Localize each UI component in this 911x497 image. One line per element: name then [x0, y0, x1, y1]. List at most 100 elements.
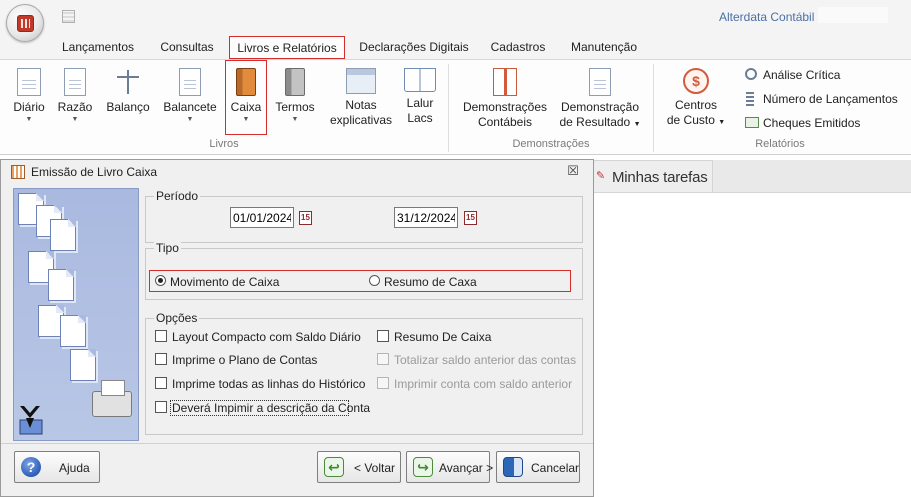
notas-label-2: explicativas [329, 113, 393, 127]
chevron-down-icon: ▼ [25, 116, 33, 123]
imprime-plano-label[interactable]: Imprime o Plano de Contas [172, 353, 317, 367]
resumo-de-caixa-label[interactable]: Resumo De Caixa [394, 330, 491, 344]
chevron-down-icon: ▼ [186, 116, 194, 123]
imprime-historico-checkbox[interactable] [155, 377, 167, 389]
imprimir-descricao-checkbox[interactable] [155, 401, 167, 413]
calendar-doc-icon [17, 68, 41, 96]
diario-button[interactable]: Diário ▼ [10, 68, 48, 124]
imprimir-conta-saldo-checkbox [377, 377, 389, 389]
tab-declaracoes-digitais[interactable]: Declarações Digitais [354, 36, 474, 59]
emissao-livro-caixa-dialog: Emissão de Livro Caixa ☒ Período 15 15 T… [0, 159, 594, 497]
printer-icon [92, 380, 132, 417]
resumo-de-caixa-checkbox[interactable] [377, 330, 389, 342]
layout-compacto-label[interactable]: Layout Compacto com Saldo Diário [172, 330, 361, 344]
termos-button[interactable]: Termos ▼ [272, 68, 318, 124]
cash-book-icon [236, 68, 256, 96]
open-book-icon [404, 68, 436, 92]
app-title: Alterdata Contábil [719, 10, 815, 24]
radio-movimento-caixa[interactable] [155, 275, 166, 286]
tab-minhas-tarefas[interactable]: ✎ Minhas tarefas [593, 160, 713, 193]
imprimir-conta-saldo-label: Imprimir conta com saldo anterior [394, 377, 573, 391]
forward-arrow-icon: ↪ [413, 457, 433, 477]
tab-cadastros[interactable]: Cadastros [484, 36, 552, 59]
ajuda-button[interactable]: ? Ajuda [14, 451, 100, 483]
app-logo-icon [17, 15, 34, 32]
magnifier-icon [745, 68, 757, 80]
periodo-legend: Período [154, 189, 201, 203]
caixa-button[interactable]: Caixa ▼ [226, 68, 266, 124]
balancete-label: Balancete [163, 100, 217, 114]
voltar-button[interactable]: ↩ < Voltar [317, 451, 401, 483]
movimento-caixa-label[interactable]: Movimento de Caixa [170, 275, 279, 289]
layout-compacto-checkbox[interactable] [155, 330, 167, 342]
ribbon-tab-bar: Lançamentos Consultas Livros e Relatório… [0, 36, 911, 59]
document-icon [50, 219, 76, 251]
totalizar-saldo-checkbox [377, 353, 389, 365]
title-bar: Alterdata Contábil [0, 0, 911, 36]
opcoes-legend: Opções [154, 311, 200, 325]
razao-button[interactable]: Razão ▼ [56, 68, 94, 124]
close-icon[interactable]: ☒ [565, 163, 581, 179]
terms-book-icon [285, 68, 305, 96]
resultado-label-1: Demonstração [560, 100, 640, 114]
tab-manutencao[interactable]: Manutenção [563, 36, 645, 59]
caixa-label: Caixa [230, 100, 262, 114]
resumo-caxa-label[interactable]: Resumo de Caxa [384, 275, 477, 289]
chevron-down-icon: ▼ [71, 116, 79, 123]
diario-label: Diário [13, 100, 45, 114]
periodo-end-input[interactable] [394, 207, 458, 228]
resultado-label-2: de Resultado [559, 115, 631, 129]
income-statement-icon [589, 68, 611, 96]
centros-label-1: Centros [674, 98, 718, 112]
group-label-demonstracoes: Demonstrações [512, 138, 590, 150]
radio-resumo-caxa[interactable] [369, 275, 380, 286]
imprimir-descricao-label[interactable]: Deverá Impimir a descrição da Conta [172, 401, 370, 415]
ajuda-label: Ajuda [59, 461, 90, 475]
notas-explicativas-button[interactable]: Notas explicativas [326, 68, 396, 128]
demonstracao-resultado-button[interactable]: Demonstração de Resultado ▼ [556, 68, 644, 132]
title-user-area [818, 7, 888, 23]
calendar-icon[interactable]: 15 [299, 211, 312, 225]
imprime-historico-label[interactable]: Imprime todas as linhas do Histórico [172, 377, 365, 391]
tab-lancamentos[interactable]: Lançamentos [56, 36, 140, 59]
quick-access-icon[interactable] [62, 10, 75, 23]
balancete-button[interactable]: Balancete ▼ [162, 68, 218, 124]
dialog-book-icon [11, 165, 25, 179]
avancar-button[interactable]: ↪ Avançar > [406, 451, 493, 483]
demonstracoes-contabeis-button[interactable]: Demonstrações Contábeis [460, 68, 550, 130]
exit-door-icon [503, 457, 523, 477]
dialog-title-bar: Emissão de Livro Caixa ☒ [1, 160, 593, 184]
termos-label: Termos [275, 100, 315, 114]
calendar-icon[interactable]: 15 [464, 211, 477, 225]
group-label-relatorios: Relatórios [755, 138, 805, 150]
balanco-button[interactable]: Balanço [104, 68, 152, 115]
cancelar-button[interactable]: Cancelar [496, 451, 580, 483]
pin-icon: ✎ [596, 170, 606, 182]
analise-critica-button[interactable]: Análise Crítica [745, 67, 905, 85]
minhas-tarefas-label: Minhas tarefas [612, 169, 708, 186]
scale-icon [115, 68, 141, 96]
dialog-divider [1, 443, 593, 444]
back-arrow-icon: ↩ [324, 457, 344, 477]
centros-custo-button[interactable]: $ Centros de Custo ▼ [664, 68, 728, 130]
cheques-emitidos-button[interactable]: Cheques Emitidos [745, 115, 905, 133]
periodo-start-input[interactable] [230, 207, 294, 228]
totalizar-saldo-label: Totalizar saldo anterior das contas [394, 353, 577, 367]
dialog-title: Emissão de Livro Caixa [31, 165, 158, 179]
tab-livros-relatorios[interactable]: Livros e Relatórios [229, 36, 345, 59]
statements-icon [493, 68, 517, 96]
razao-label: Razão [57, 100, 93, 114]
tasks-tab-strip [713, 160, 911, 193]
app-menu-button[interactable] [6, 4, 44, 42]
document-icon [48, 269, 74, 301]
lalur-lacs-button[interactable]: Lalur Lacs [400, 68, 440, 126]
cheques-emitidos-label: Cheques Emitidos [763, 116, 861, 130]
tab-consultas[interactable]: Consultas [152, 36, 222, 59]
tipo-legend: Tipo [154, 241, 181, 255]
help-icon: ? [21, 457, 41, 477]
notas-label-1: Notas [345, 98, 377, 112]
group-label-livros: Livros [209, 138, 239, 150]
numero-lancamentos-button[interactable]: Número de Lançamentos [745, 91, 905, 109]
centros-label-2: de Custo [666, 113, 715, 127]
imprime-plano-checkbox[interactable] [155, 353, 167, 365]
